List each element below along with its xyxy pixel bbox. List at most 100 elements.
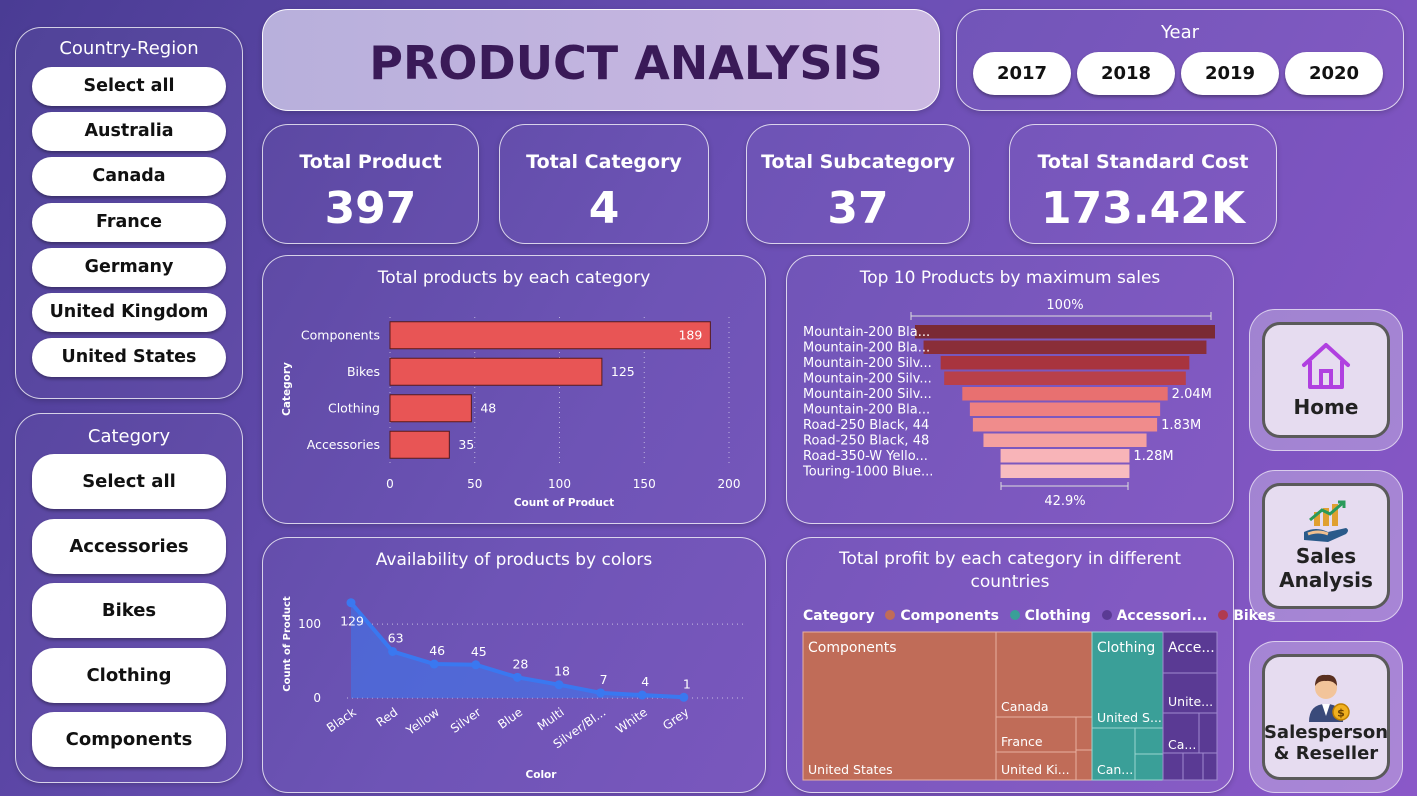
- treemap-label-united-states: United States: [808, 762, 893, 777]
- treemap-accessories-other3[interactable]: [1182, 752, 1204, 781]
- treemap: Components United States Canada France U…: [802, 631, 1218, 781]
- category-option-components[interactable]: Components: [32, 712, 226, 767]
- point-value-label: 46: [429, 643, 445, 658]
- series-point[interactable]: [679, 692, 689, 702]
- sales-analysis-button[interactable]: Sales Analysis: [1262, 483, 1390, 609]
- treemap-label-accessories: Acce...: [1168, 640, 1215, 656]
- series-point[interactable]: [429, 659, 439, 669]
- kpi-total-standard-cost: Total Standard Cost 173.42K: [1009, 124, 1277, 244]
- funnel-bar[interactable]: [969, 402, 1161, 417]
- country-option-france[interactable]: France: [32, 202, 226, 242]
- salesperson-label-2: & Reseller: [1273, 743, 1379, 764]
- kpi-label: Total Product: [299, 151, 442, 173]
- country-option-united-kingdom[interactable]: United Kingdom: [32, 293, 226, 332]
- area-chart-panel: Availability of products by colors 129 63…: [262, 537, 766, 793]
- category-label: Clothing: [328, 400, 380, 415]
- salesperson-label-1: Salesperson: [1263, 722, 1389, 743]
- funnel-value-label: 2.04M: [1172, 387, 1212, 402]
- kpi-value: 397: [324, 183, 417, 234]
- treemap-accessories-other1[interactable]: [1198, 712, 1218, 754]
- treemap-clothing-other2[interactable]: [1134, 753, 1164, 781]
- treemap-accessories-other4[interactable]: [1202, 752, 1218, 781]
- category-option-bikes[interactable]: Bikes: [32, 583, 226, 638]
- funnel-category-label: Mountain-200 Silv...: [803, 387, 932, 402]
- x-tick-label: 100: [548, 477, 571, 491]
- treemap-label-components: Components: [808, 640, 897, 656]
- x-tick-label: 50: [467, 477, 482, 491]
- category-option-select-all[interactable]: Select all: [32, 454, 226, 509]
- svg-text:$: $: [1337, 707, 1345, 720]
- category-label: Bikes: [347, 364, 380, 379]
- category-option-accessories[interactable]: Accessories: [32, 518, 226, 574]
- funnel-bar[interactable]: [983, 433, 1147, 448]
- series-point[interactable]: [596, 688, 606, 698]
- year-slicer-title: Year: [1160, 22, 1200, 43]
- x-tick-label: Black: [324, 705, 359, 735]
- kpi-total-category: Total Category 4: [499, 124, 709, 244]
- kpi-total-product: Total Product 397: [262, 124, 479, 244]
- treemap-label-united-kingdom: United Ki...: [1001, 762, 1070, 777]
- point-value-label: 45: [471, 644, 487, 659]
- bar-components[interactable]: [389, 321, 711, 350]
- funnel-bar[interactable]: [962, 387, 1168, 401]
- category-slicer-title: Category: [87, 426, 171, 447]
- kpi-label: Total Standard Cost: [1037, 151, 1249, 173]
- bar-chart-panel: Total products by each category Componen…: [262, 255, 766, 524]
- bar-accessories[interactable]: [389, 430, 450, 459]
- country-option-canada[interactable]: Canada: [32, 157, 226, 197]
- country-option-germany[interactable]: Germany: [32, 247, 226, 287]
- area-chart: 129 63 46 45 28 18 7 4 1 Black Red Yellow Silver Blu…: [282, 596, 747, 781]
- funnel-bar[interactable]: [915, 325, 1215, 339]
- bar-chart: Components Bikes Clothing Accessories 189 12…: [281, 317, 740, 509]
- country-option-australia[interactable]: Australia: [32, 112, 226, 152]
- funnel-category-label: Mountain-200 Silv...: [803, 372, 932, 387]
- funnel-bar[interactable]: [1000, 464, 1130, 479]
- funnel-bottom-label: 42.9%: [1044, 494, 1085, 509]
- bar-clothing[interactable]: [389, 394, 472, 423]
- funnel-bar[interactable]: [944, 371, 1186, 386]
- area-fill: [351, 602, 684, 698]
- kpi-value: 4: [588, 183, 620, 234]
- year-option-2019[interactable]: 2019: [1181, 52, 1279, 95]
- country-region-slicer: Country-Region Select all Australia Canada…: [15, 27, 243, 399]
- funnel-category-label: Road-250 Black, 44: [803, 418, 929, 433]
- y-tick-label: 100: [298, 617, 321, 631]
- home-icon: [1302, 343, 1350, 389]
- series-point[interactable]: [554, 680, 564, 690]
- year-option-2020[interactable]: 2020: [1285, 52, 1383, 95]
- home-button[interactable]: Home: [1262, 322, 1390, 438]
- funnel-bar[interactable]: [923, 340, 1207, 355]
- treemap-clothing-other1[interactable]: [1134, 727, 1164, 755]
- series-point[interactable]: [346, 598, 356, 608]
- category-slicer: Category Select all Accessories Bikes Cloth…: [15, 413, 243, 783]
- series-point[interactable]: [388, 646, 398, 656]
- funnel-category-label: Road-350-W Yello...: [803, 449, 928, 464]
- funnel-value-label: 1.83M: [1161, 418, 1201, 433]
- treemap-label-clothing: Clothing: [1097, 640, 1155, 656]
- year-option-2018[interactable]: 2018: [1077, 52, 1175, 95]
- category-option-clothing[interactable]: Clothing: [32, 647, 226, 703]
- funnel-bar[interactable]: [1000, 449, 1130, 463]
- y-axis-label: Count of Product: [282, 596, 293, 692]
- treemap-components-other2[interactable]: [1075, 749, 1093, 781]
- country-option-united-states[interactable]: United States: [32, 338, 226, 378]
- point-value-label: 4: [641, 674, 649, 689]
- funnel-bar[interactable]: [940, 356, 1190, 370]
- salesperson-reseller-button[interactable]: $ Salesperson & Reseller: [1262, 654, 1390, 780]
- series-point[interactable]: [512, 672, 522, 682]
- treemap-label-acc-ca: Ca...: [1168, 737, 1196, 752]
- treemap-components-other1[interactable]: [1075, 716, 1093, 751]
- funnel-bar[interactable]: [972, 418, 1158, 432]
- bar-bikes[interactable]: [389, 357, 603, 386]
- sales-analysis-label-2: Analysis: [1279, 568, 1373, 592]
- year-option-2017[interactable]: 2017: [973, 52, 1071, 95]
- x-tick-label: Silver: [448, 705, 484, 736]
- kpi-label: Total Category: [526, 151, 682, 173]
- series-point[interactable]: [637, 690, 647, 700]
- funnel-category-label: Touring-1000 Blue...: [802, 465, 933, 480]
- funnel-category-label: Mountain-200 Bla...: [803, 325, 930, 340]
- treemap-accessories-other2[interactable]: [1162, 752, 1184, 781]
- country-option-select-all[interactable]: Select all: [32, 67, 226, 106]
- salesperson-reseller-nav: $ Salesperson & Reseller: [1249, 641, 1403, 793]
- series-point[interactable]: [471, 660, 481, 670]
